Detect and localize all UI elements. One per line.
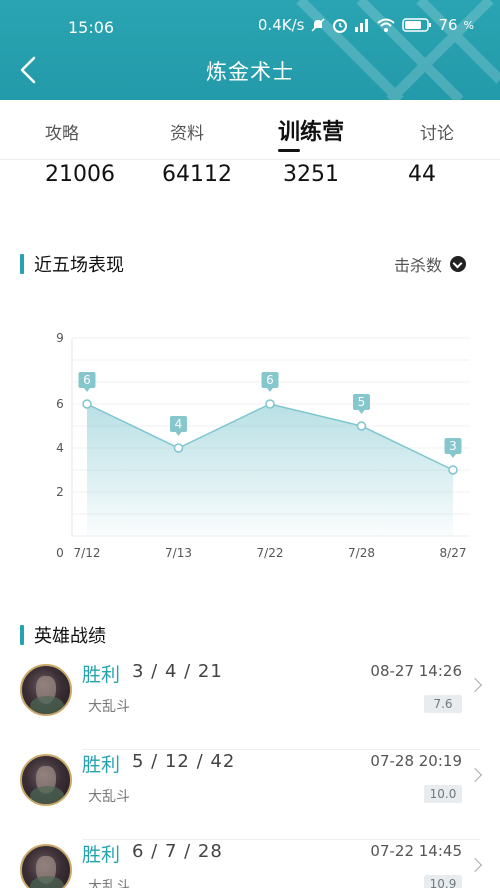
match-row[interactable]: 胜利 5 / 12 / 42 大乱斗 07-28 20:19 10.0	[0, 750, 500, 840]
records-section-header: 英雄战绩	[20, 622, 106, 648]
data-label-pointer	[267, 388, 273, 392]
tab-training[interactable]: 训练营	[278, 114, 344, 146]
section-accent-bar	[20, 625, 24, 645]
stat-value: 3251	[283, 162, 339, 187]
chevron-down-icon	[450, 256, 466, 272]
data-label: 6	[266, 373, 274, 387]
data-label-pointer	[175, 432, 182, 436]
match-score-badge: 10.0	[424, 785, 462, 803]
nav-bar: 炼金术士	[0, 52, 500, 88]
match-row[interactable]: 胜利 3 / 4 / 21 大乱斗 08-27 14:26 7.6	[0, 660, 500, 750]
match-score-badge: 10.9	[424, 875, 462, 888]
performance-chart: 0 2 4 6 9 7/12 7/13 7/22 7/28 8/27 6 4 6 5 3	[56, 331, 470, 560]
match-row[interactable]: 胜利 6 / 7 / 28 大乱斗 07-22 14:45 10.9	[0, 840, 500, 888]
status-icons: 0.4K/s 76%	[258, 16, 474, 34]
x-tick-label: 7/28	[348, 546, 375, 560]
wifi-icon	[377, 18, 396, 32]
records-section-title: 英雄战绩	[34, 626, 106, 647]
stat-value: 21006	[45, 162, 115, 187]
data-point	[82, 399, 92, 409]
stat-value: 64112	[162, 162, 232, 187]
match-result: 胜利	[82, 844, 121, 866]
x-tick-label: 7/13	[165, 546, 192, 560]
match-score-badge: 7.6	[424, 695, 462, 713]
section-accent-bar	[20, 254, 24, 274]
match-time: 07-22 14:45	[370, 842, 462, 860]
chevron-right-icon	[467, 767, 483, 783]
battery-level: 76	[438, 16, 458, 34]
data-label: 5	[358, 395, 366, 409]
tab-guide[interactable]: 攻略	[45, 119, 79, 144]
hero-avatar	[20, 844, 72, 888]
y-tick-label: 4	[56, 441, 64, 455]
match-kda: 5 / 12 / 42	[132, 751, 236, 772]
app-header: 15:06 0.4K/s 76% 炼金术士	[0, 0, 500, 100]
x-tick-label: 7/22	[257, 546, 284, 560]
mute-icon	[311, 18, 325, 32]
stat-value: 44	[408, 162, 436, 187]
y-tick-label: 6	[56, 397, 64, 411]
y-tick-label: 2	[56, 485, 64, 499]
match-kda: 6 / 7 / 28	[132, 841, 223, 862]
tab-info[interactable]: 资料	[170, 119, 204, 144]
percent-sign: %	[463, 18, 474, 32]
data-point	[356, 421, 367, 431]
match-result: 胜利	[82, 664, 121, 686]
alarm-icon	[333, 19, 348, 33]
match-kda: 3 / 4 / 21	[132, 661, 223, 682]
status-time: 15:06	[68, 18, 115, 37]
series-area	[87, 404, 453, 536]
hero-avatar	[20, 664, 72, 716]
y-tick-label: 9	[56, 331, 64, 345]
data-label: 6	[83, 373, 91, 387]
x-tick-label: 7/12	[74, 546, 101, 560]
match-result: 胜利	[82, 754, 121, 776]
data-label-pointer	[84, 388, 90, 392]
data-label: 4	[175, 417, 183, 431]
data-label-pointer	[358, 410, 365, 414]
status-bar: 15:06 0.4K/s 76%	[0, 12, 500, 44]
x-tick-label: 8/27	[440, 546, 467, 560]
stats-row: 21006 64112 3251 44	[0, 160, 500, 200]
tab-discussion[interactable]: 讨论	[420, 119, 454, 144]
chevron-right-icon	[467, 677, 483, 693]
recent-section-title: 近五场表现	[34, 255, 124, 276]
data-label-pointer	[450, 454, 456, 458]
filter-label: 击杀数	[393, 256, 442, 275]
active-tab-indicator	[278, 149, 300, 152]
data-label: 3	[449, 439, 457, 453]
data-point	[173, 443, 184, 453]
match-time: 07-28 20:19	[370, 752, 462, 770]
page-title: 炼金术士	[206, 60, 294, 84]
match-mode: 大乱斗	[88, 789, 130, 805]
data-point	[265, 399, 275, 409]
match-mode: 大乱斗	[88, 879, 130, 888]
network-speed: 0.4K/s	[257, 16, 305, 34]
recent-section-header: 近五场表现	[20, 251, 124, 277]
data-point	[448, 465, 458, 475]
battery-icon	[402, 18, 432, 32]
stat-filter-dropdown[interactable]: 击杀数	[394, 252, 466, 276]
y-tick-label: 0	[56, 546, 64, 560]
match-time: 08-27 14:26	[370, 662, 462, 680]
signal-icon	[355, 19, 369, 32]
match-mode: 大乱斗	[88, 699, 130, 715]
tab-bar: 攻略 资料 训练营 讨论	[0, 100, 500, 160]
hero-avatar	[20, 754, 72, 806]
chevron-right-icon	[467, 857, 483, 873]
